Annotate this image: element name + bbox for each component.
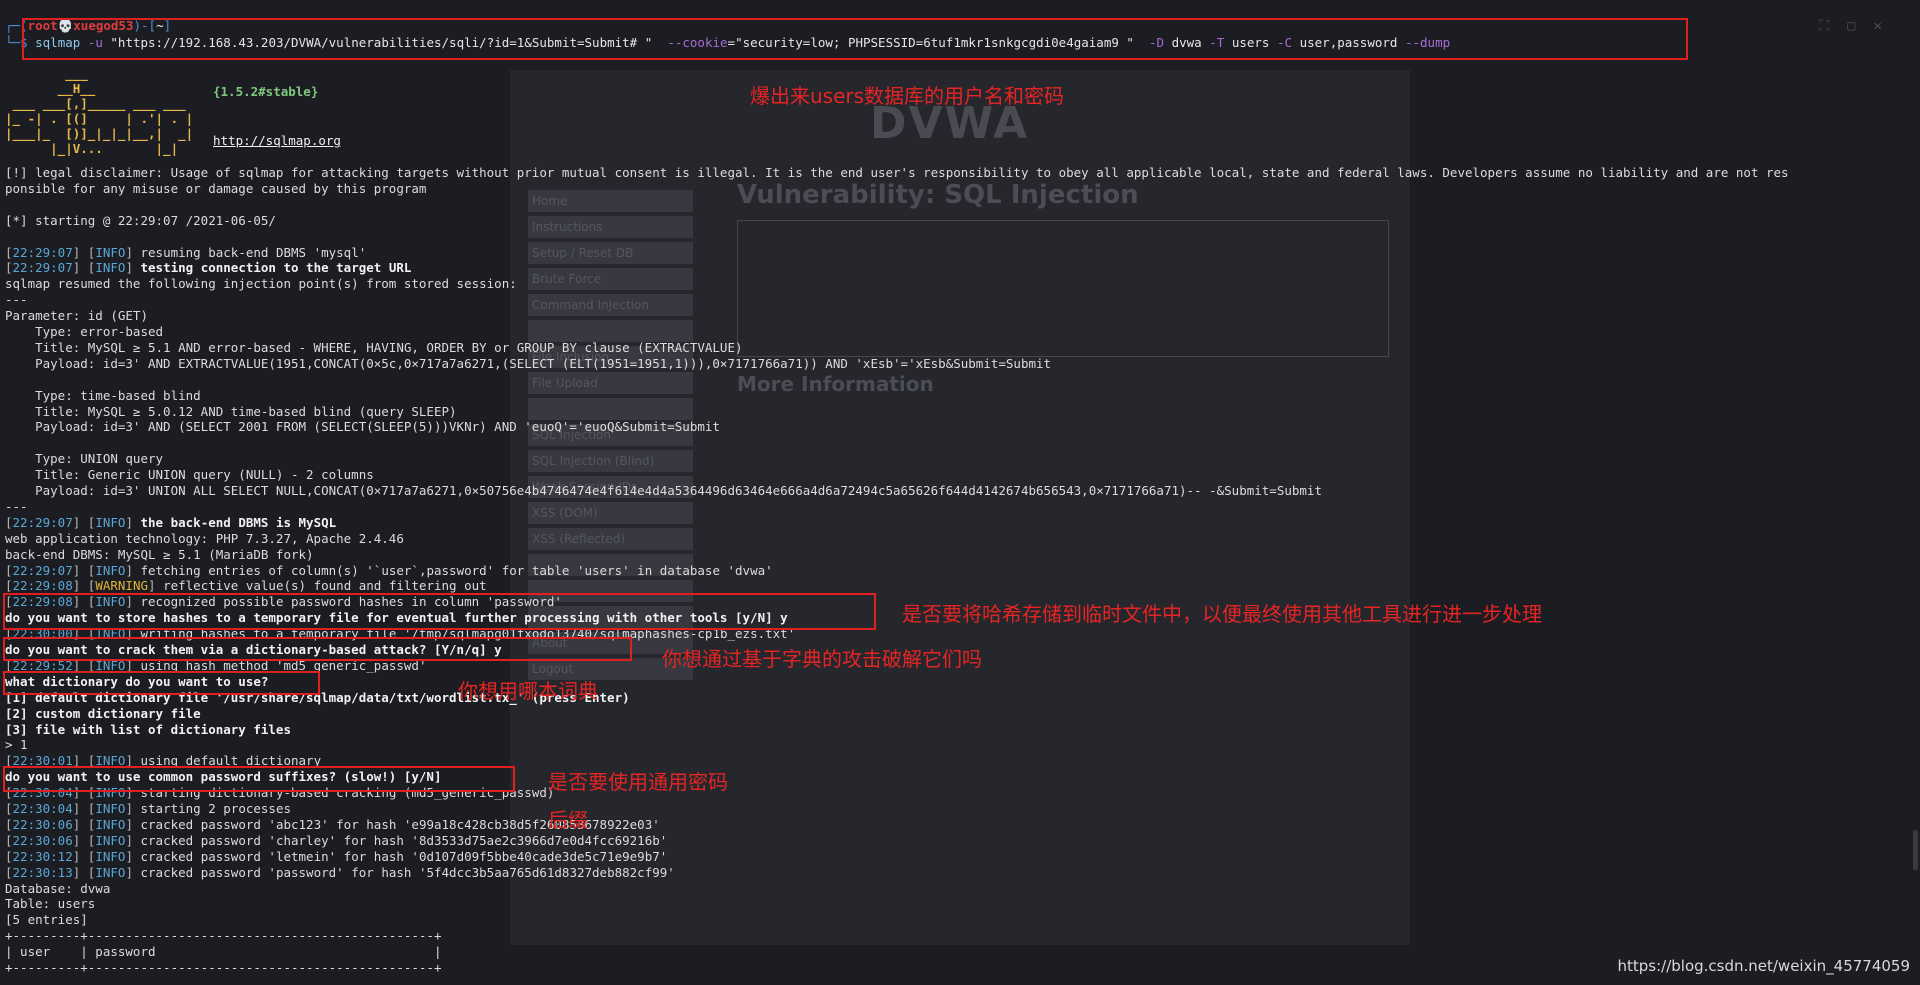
terminal-line: | user | password | [5, 944, 442, 960]
log-message: reflective value(s) found and filtering … [155, 578, 487, 594]
suffixes-highlight-box [3, 766, 515, 792]
command-highlight-box [22, 18, 1688, 60]
log-timestamp: 22:30:06 [12, 832, 73, 848]
log-level: INFO [95, 801, 126, 816]
terminal-line: [22:30:12] [INFO] cracked password 'letm… [5, 848, 668, 864]
log-message: cracked password 'password' for hash '5f… [132, 864, 675, 880]
terminal-line: Payload: id=3' UNION ALL SELECT NULL,CON… [5, 483, 1322, 498]
log-message: starting 2 processes [132, 801, 292, 816]
terminal-line: sqlmap resumed the following injection p… [5, 276, 517, 292]
terminal-line: [22:29:07] [INFO] fetching entries of co… [5, 562, 773, 578]
terminal-line: Type: time-based blind [5, 387, 201, 403]
terminal-line: Database: dvwa [5, 880, 111, 896]
terminal-line: [22:29:07] [INFO] the back-end DBMS is M… [5, 514, 337, 530]
log-level: WARNING [95, 578, 149, 594]
sqlmap-version: {1.5.2#stable} [213, 84, 318, 99]
log-timestamp: 22:29:07 [12, 514, 73, 530]
terminal-line: +---------+-----------------------------… [5, 928, 442, 944]
log-timestamp: 22:29:08 [12, 578, 73, 594]
terminal-line: > 1 [5, 737, 28, 753]
terminal-line: Type: UNION query [5, 451, 164, 467]
terminal-line: Title: MySQL ≥ 5.0.12 AND time-based bli… [5, 403, 457, 419]
log-level: INFO [95, 260, 126, 276]
annotation-which-dict: 你想用哪本词典 [458, 679, 598, 703]
log-level: INFO [95, 848, 126, 864]
terminal-line: Payload: id=3' AND (SELECT 2001 FROM (SE… [5, 419, 720, 435]
terminal-line: [!] legal disclaimer: Usage of sqlmap fo… [5, 165, 1789, 180]
log-timestamp: 22:30:12 [12, 848, 73, 864]
terminal-line: Payload: id=3' AND EXTRACTVALUE(1951,CON… [5, 355, 1052, 371]
log-message: cracked password 'letmein' for hash '0d1… [132, 848, 668, 864]
annotation-store-hashes: 是否要将哈希存储到临时文件中，以便最终使用其他工具进行进一步处理 [902, 602, 1542, 626]
terminal-line: --- [5, 292, 28, 308]
annotation-suffixes-line1: 是否要使用通用密码 [548, 770, 728, 794]
sqlmap-site-link[interactable]: http://sqlmap.org [213, 133, 341, 148]
terminal-scrollbar[interactable] [1913, 830, 1918, 870]
terminal-line: [22:30:13] [INFO] cracked password 'pass… [5, 864, 675, 880]
terminal-line: [22:30:04] [INFO] starting 2 processes [5, 801, 292, 816]
terminal-line: +---------+-----------------------------… [5, 960, 442, 975]
store-hashes-highlight-box [3, 593, 876, 630]
version-text: {1.5.2#stable} [213, 84, 319, 99]
log-level: INFO [95, 864, 126, 880]
log-timestamp: 22:29:07 [12, 562, 73, 578]
log-timestamp: 22:29:07 [12, 244, 73, 260]
terminal-line: [22:29:08] [WARNING] reflective value(s)… [5, 578, 487, 594]
log-message: the back-end DBMS is MySQL [132, 514, 337, 530]
annotation-dump-users: 爆出来users数据库的用户名和密码 [750, 84, 1065, 108]
terminal-line: Type: error-based [5, 324, 164, 339]
terminal-line: Title: MySQL ≥ 5.1 AND error-based - WHE… [5, 339, 743, 355]
crack-highlight-box [3, 637, 632, 661]
log-level: INFO [95, 816, 126, 832]
log-timestamp: 22:30:13 [12, 864, 73, 880]
terminal-line: web application technology: PHP 7.3.27, … [5, 530, 404, 546]
terminal-line: --- [5, 498, 28, 514]
log-level: INFO [95, 832, 126, 848]
terminal-line: [22:30:06] [INFO] cracked password 'char… [5, 832, 668, 848]
terminal-line: [2] custom dictionary file [5, 705, 201, 721]
log-message: resuming back-end DBMS 'mysql' [132, 244, 367, 260]
terminal-line: ponsible for any misuse or damage caused… [5, 180, 427, 196]
terminal-window[interactable]: ┌─(root💀xuegod53)-[~] └─$ sqlmap -u "htt… [0, 0, 1920, 985]
terminal-line: [22:29:07] [INFO] resuming back-end DBMS… [5, 244, 367, 260]
log-timestamp: 22:30:06 [12, 816, 73, 832]
terminal-line: Parameter: id (GET) [5, 308, 148, 324]
terminal-line: [*] starting @ 22:29:07 /2021-06-05/ [5, 212, 276, 228]
log-message: cracked password 'charley' for hash '8d3… [132, 832, 668, 848]
sqlmap-banner-art: ___ __H__ ___ ___[,]_____ ___ ___ |_ -| … [5, 66, 194, 156]
annotation-suffixes-line2: 后缀 [548, 808, 588, 832]
log-timestamp: 22:29:07 [12, 260, 73, 276]
terminal-line: Table: users [5, 896, 96, 912]
dictionary-highlight-box [3, 671, 320, 695]
log-level: INFO [95, 562, 126, 578]
log-message: fetching entries of column(s) '`user`,pa… [132, 562, 773, 578]
terminal-line: back-end DBMS: MySQL ≥ 5.1 (MariaDB fork… [5, 546, 314, 562]
terminal-line: [22:29:07] [INFO] testing connection to … [5, 260, 412, 276]
annotation-crack-dict: 你想通过基于字典的攻击破解它们吗 [662, 647, 982, 671]
terminal-line: [3] file with list of dictionary files [5, 721, 291, 737]
log-timestamp: 22:30:04 [12, 801, 73, 816]
log-message: testing connection to the target URL [132, 260, 412, 276]
log-level: INFO [95, 514, 126, 530]
csdn-watermark: https://blog.csdn.net/weixin_45774059 [1617, 957, 1910, 975]
terminal-line: [5 entries] [5, 912, 88, 928]
log-level: INFO [95, 244, 126, 260]
terminal-line: Title: Generic UNION query (NULL) - 2 co… [5, 467, 374, 483]
